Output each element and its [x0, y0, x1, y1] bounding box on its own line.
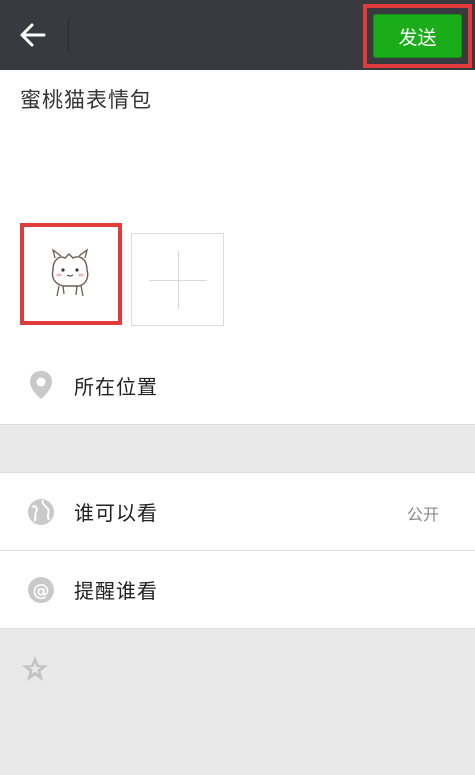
add-image-button[interactable] — [131, 233, 224, 326]
send-highlight: 发送 — [363, 4, 472, 68]
mention-row[interactable]: @ 提醒谁看 — [0, 551, 475, 628]
location-row[interactable]: 所在位置 — [0, 345, 475, 425]
top-bar: 发送 — [0, 0, 475, 70]
svg-text:@: @ — [33, 581, 50, 601]
divider — [0, 628, 475, 629]
globe-icon — [26, 497, 56, 527]
cat-sticker-image — [51, 248, 89, 297]
toolbar-divider — [68, 18, 69, 52]
back-button[interactable] — [14, 16, 52, 54]
star-icon[interactable] — [20, 654, 50, 684]
location-label: 所在位置 — [74, 375, 158, 399]
image-highlight — [20, 223, 122, 325]
at-sign-icon: @ — [26, 575, 56, 605]
visibility-row[interactable]: 谁可以看 公开 — [0, 473, 475, 550]
sticker-thumbnail[interactable] — [30, 233, 112, 315]
mention-label: 提醒谁看 — [74, 579, 158, 603]
visibility-label: 谁可以看 — [74, 501, 158, 525]
visibility-value: 公开 — [406, 505, 439, 524]
post-text-input[interactable]: 蜜桃猫表情包 — [20, 84, 152, 114]
location-pin-icon — [26, 370, 56, 400]
divider — [0, 424, 475, 425]
back-arrow-icon — [20, 23, 46, 47]
send-button[interactable]: 发送 — [373, 14, 462, 58]
